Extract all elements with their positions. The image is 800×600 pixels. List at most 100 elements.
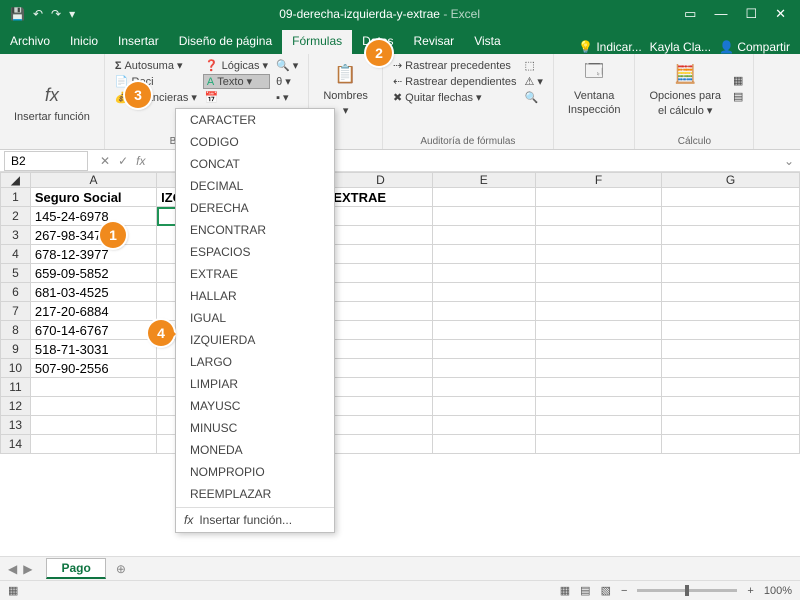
cell[interactable]: 217-20-6884 bbox=[30, 302, 156, 321]
cell[interactable]: 518-71-3031 bbox=[30, 340, 156, 359]
dropdown-item[interactable]: MAYUSC bbox=[176, 395, 334, 417]
row-header[interactable]: 13 bbox=[1, 416, 31, 435]
col-header-G[interactable]: G bbox=[662, 173, 800, 188]
evaluate-formula[interactable]: 🔍 bbox=[522, 90, 544, 105]
dropdown-item[interactable]: LIMPIAR bbox=[176, 373, 334, 395]
lookup-button[interactable]: 🔍▾ bbox=[274, 58, 300, 73]
dropdown-item[interactable]: ENCONTRAR bbox=[176, 219, 334, 241]
enter-icon[interactable]: ✓ bbox=[118, 154, 128, 168]
row-header[interactable]: 5 bbox=[1, 264, 31, 283]
recent-button[interactable]: 📄 Reci bbox=[113, 74, 199, 89]
view-break-icon[interactable]: ▧ bbox=[601, 584, 611, 597]
undo-icon[interactable]: ↶ bbox=[33, 7, 43, 21]
view-layout-icon[interactable]: ▤ bbox=[580, 584, 590, 597]
cell[interactable]: Seguro Social bbox=[30, 188, 156, 207]
col-header-D[interactable]: D bbox=[329, 173, 432, 188]
autosum-button[interactable]: Σ Autosuma ▾ bbox=[113, 58, 199, 73]
tab-nav-next[interactable]: ▶ bbox=[23, 562, 32, 576]
expand-formula-icon[interactable]: ⌄ bbox=[778, 154, 800, 168]
calc-options-button[interactable]: 🧮 Opciones para el cálculo ▾ bbox=[643, 58, 727, 119]
qat-dropdown-icon[interactable]: ▾ bbox=[69, 7, 75, 21]
insert-function-link[interactable]: fx Insertar función... bbox=[176, 507, 334, 532]
dropdown-item[interactable]: ESPACIOS bbox=[176, 241, 334, 263]
dropdown-item[interactable]: NOMPROPIO bbox=[176, 461, 334, 483]
col-header-F[interactable]: F bbox=[535, 173, 661, 188]
dropdown-item[interactable]: IGUAL bbox=[176, 307, 334, 329]
cell-mode-icon[interactable]: ▦ bbox=[8, 584, 18, 597]
tab-nav-prev[interactable]: ◀ bbox=[8, 562, 17, 576]
cancel-icon[interactable]: ✕ bbox=[100, 154, 110, 168]
new-sheet-button[interactable]: ⊕ bbox=[106, 562, 136, 576]
view-normal-icon[interactable]: ▦ bbox=[560, 584, 570, 597]
dropdown-item[interactable]: MONEDA bbox=[176, 439, 334, 461]
tab-vista[interactable]: Vista bbox=[464, 30, 510, 54]
dropdown-item[interactable]: DERECHA bbox=[176, 197, 334, 219]
row-header[interactable]: 9 bbox=[1, 340, 31, 359]
name-box[interactable]: B2 bbox=[4, 151, 88, 171]
row-header[interactable]: 6 bbox=[1, 283, 31, 302]
more-button[interactable]: ▪▾ bbox=[274, 90, 300, 105]
text-button[interactable]: A Texto ▾ bbox=[203, 74, 270, 89]
row-header[interactable]: 3 bbox=[1, 226, 31, 245]
row-header[interactable]: 4 bbox=[1, 245, 31, 264]
dropdown-item[interactable]: LARGO bbox=[176, 351, 334, 373]
row-header[interactable]: 7 bbox=[1, 302, 31, 321]
trace-dependents[interactable]: ⇠ Rastrear dependientes bbox=[391, 74, 519, 89]
tab-revisar[interactable]: Revisar bbox=[404, 30, 465, 54]
cell[interactable]: 670-14-6767 bbox=[30, 321, 156, 340]
minimize-icon[interactable]: — bbox=[714, 6, 727, 22]
row-header[interactable]: 11 bbox=[1, 378, 31, 397]
dropdown-item[interactable]: CODIGO bbox=[176, 131, 334, 153]
zoom-out-icon[interactable]: − bbox=[621, 585, 627, 597]
redo-icon[interactable]: ↷ bbox=[51, 7, 61, 21]
dropdown-item[interactable]: EXTRAE bbox=[176, 263, 334, 285]
row-header[interactable]: 14 bbox=[1, 435, 31, 454]
zoom-level[interactable]: 100% bbox=[764, 585, 792, 597]
dropdown-scroll[interactable]: CARACTER CODIGO CONCAT DECIMAL DERECHA E… bbox=[176, 109, 334, 507]
watch-window-button[interactable]: 🗔 Ventana Inspección bbox=[562, 58, 627, 118]
row-header[interactable]: 2 bbox=[1, 207, 31, 226]
cell[interactable]: 507-90-2556 bbox=[30, 359, 156, 378]
row-header[interactable]: 10 bbox=[1, 359, 31, 378]
save-icon[interactable]: 💾 bbox=[10, 7, 25, 21]
spreadsheet-grid[interactable]: ◢ A B C D E F G 1 Seguro Social IZQ EXTR… bbox=[0, 172, 800, 454]
cell[interactable]: 681-03-4525 bbox=[30, 283, 156, 302]
insert-function-button[interactable]: fx Insertar función bbox=[8, 79, 96, 125]
calc-sheet[interactable]: ▤ bbox=[731, 89, 745, 104]
trace-precedents[interactable]: ⇢ Rastrear precedentes bbox=[391, 58, 519, 73]
show-formulas[interactable]: ⬚ bbox=[522, 58, 544, 73]
tell-me[interactable]: 💡 Indicar... bbox=[578, 40, 642, 54]
dropdown-item[interactable]: REEMPLAZAR bbox=[176, 483, 334, 505]
tab-inicio[interactable]: Inicio bbox=[60, 30, 108, 54]
maximize-icon[interactable]: ☐ bbox=[745, 6, 757, 22]
calc-now[interactable]: ▦ bbox=[731, 73, 745, 88]
cell[interactable]: 145-24-6978 bbox=[30, 207, 156, 226]
row-header[interactable]: 1 bbox=[1, 188, 31, 207]
cell[interactable]: 678-12-3977 bbox=[30, 245, 156, 264]
logic-button[interactable]: ❓ Lógicas ▾ bbox=[203, 58, 270, 73]
math-button[interactable]: θ▾ bbox=[274, 74, 300, 89]
user-account[interactable]: Kayla Cla... bbox=[650, 40, 711, 54]
dropdown-item[interactable]: HALLAR bbox=[176, 285, 334, 307]
sheet-tab[interactable]: Pago bbox=[46, 558, 105, 579]
tab-archivo[interactable]: Archivo bbox=[0, 30, 60, 54]
zoom-in-icon[interactable]: + bbox=[747, 585, 753, 597]
dropdown-item[interactable]: MINUSC bbox=[176, 417, 334, 439]
tab-formulas[interactable]: Fórmulas bbox=[282, 30, 352, 54]
select-all[interactable]: ◢ bbox=[1, 173, 31, 188]
row-header[interactable]: 12 bbox=[1, 397, 31, 416]
row-header[interactable]: 8 bbox=[1, 321, 31, 340]
cell[interactable]: 659-09-5852 bbox=[30, 264, 156, 283]
dropdown-item[interactable]: IZQUIERDA bbox=[176, 329, 334, 351]
cell[interactable]: 267-98-3477 bbox=[30, 226, 156, 245]
cell[interactable]: EXTRAE bbox=[329, 188, 432, 207]
fx-bar-icon[interactable]: fx bbox=[136, 154, 145, 168]
col-header-A[interactable]: A bbox=[30, 173, 156, 188]
error-check[interactable]: ⚠▾ bbox=[522, 74, 544, 89]
zoom-slider[interactable] bbox=[637, 589, 737, 592]
ribbon-options-icon[interactable]: ▭ bbox=[684, 6, 696, 22]
tab-insertar[interactable]: Insertar bbox=[108, 30, 169, 54]
close-icon[interactable]: ✕ bbox=[775, 6, 786, 22]
date-button[interactable]: 📅 bbox=[203, 90, 270, 105]
remove-arrows[interactable]: ✖ Quitar flechas ▾ bbox=[391, 90, 519, 105]
